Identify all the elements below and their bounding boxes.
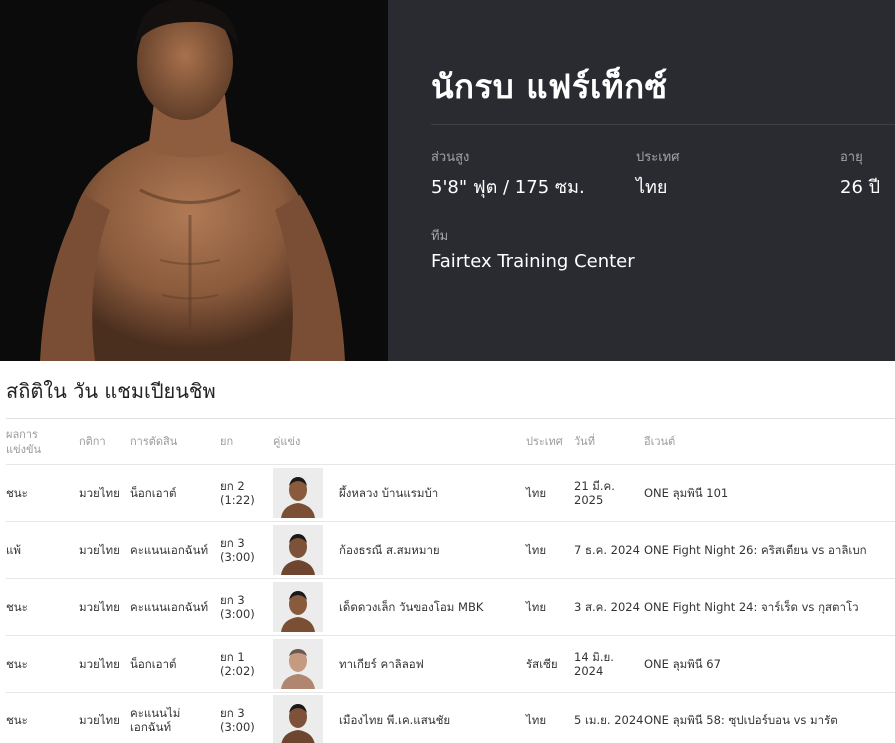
col-result: ผลการแข่งขัน <box>6 418 79 465</box>
rules-cell: มวยไทย <box>79 578 130 636</box>
date-cell: 5 เม.ย. 2024 <box>574 692 644 743</box>
date-cell: 3 ส.ค. 2024 <box>574 578 644 636</box>
opponent-name[interactable]: ก้องธรณี ส.สมหมาย <box>339 521 526 579</box>
opponent-avatar[interactable] <box>273 582 323 632</box>
opponent-name[interactable]: ผึ้งหลวง บ้านแรมบ้า <box>339 464 526 522</box>
round-cell: ยก 2 (1:22) <box>220 464 273 522</box>
round-cell: ยก 3 (3:00) <box>220 521 273 579</box>
country-cell: รัสเซีย <box>526 635 574 693</box>
date-cell: 7 ธ.ค. 2024 <box>574 521 644 579</box>
opponent-photo-cell <box>273 521 339 579</box>
round-number: ยก 1 <box>220 650 245 664</box>
col-opponent: คู่แข่ง <box>273 418 526 465</box>
round-time: (2:02) <box>220 664 255 678</box>
result-cell: แพ้ <box>6 521 79 579</box>
result-cell: ชนะ <box>6 635 79 693</box>
method-cell: น็อกเอาต์ <box>130 635 220 693</box>
rules-cell: มวยไทย <box>79 692 130 743</box>
table-row[interactable]: ชนะ มวยไทย คะแนนเอกฉันท์ ยก 3 (3:00) เด็ด… <box>6 578 895 636</box>
table-row[interactable]: ชนะ มวยไทย น็อกเอาต์ ยก 1 (2:02) ทาเกียร์… <box>6 635 895 693</box>
round-time: (3:00) <box>220 720 255 735</box>
col-method: การตัดสิน <box>130 418 220 465</box>
col-round: ยก <box>220 418 273 465</box>
rules-cell: มวยไทย <box>79 635 130 693</box>
table-row[interactable]: ชนะ มวยไทย คะแนนไม่เอกฉันท์ ยก 3 (3:00) เ… <box>6 692 895 743</box>
opponent-name[interactable]: เมืองไทย พี.เค.แสนชัย <box>339 692 526 743</box>
info-divider <box>431 124 895 125</box>
team-label: ทีม <box>431 229 449 244</box>
result-cell: ชนะ <box>6 464 79 522</box>
event-link[interactable]: ONE Fight Night 26: คริสเตียน vs อาลิเบก <box>644 521 895 579</box>
opponent-avatar[interactable] <box>273 639 323 689</box>
round-number: ยก 3 <box>220 536 245 550</box>
opponent-photo-cell <box>273 464 339 522</box>
round-time: (3:00) <box>220 607 255 621</box>
col-rules: กติกา <box>79 418 130 465</box>
fighter-portrait-image <box>0 0 388 361</box>
round-time: (3:00) <box>220 550 255 564</box>
opponent-avatar[interactable] <box>273 468 323 518</box>
round-cell: ยก 1 (2:02) <box>220 635 273 693</box>
result-cell: ชนะ <box>6 692 79 743</box>
event-link[interactable]: ONE ลุมพินี 101 <box>644 464 895 522</box>
fighter-info-panel: นักรบ แฟร์เท็กซ์ ส่วนสูง 5'8" ฟุต / 175 … <box>388 0 895 361</box>
round-number: ยก 3 <box>220 593 245 607</box>
col-country: ประเทศ <box>526 418 574 465</box>
method-cell: คะแนนเอกฉันท์ <box>130 578 220 636</box>
opponent-name[interactable]: เด็ดดวงเล็ก วันของโอม MBK <box>339 578 526 636</box>
fight-record-table: ผลการแข่งขัน กติกา การตัดสิน ยก คู่แข่ง … <box>6 418 895 743</box>
round-number: ยก 2 <box>220 479 245 493</box>
col-date: วันที่ <box>574 418 644 465</box>
opponent-avatar[interactable] <box>273 525 323 575</box>
result-cell: ชนะ <box>6 578 79 636</box>
country-value: ไทย <box>636 177 668 198</box>
age-value: 26 ปี <box>840 177 881 198</box>
country-label: ประเทศ <box>636 150 680 165</box>
event-link[interactable]: ONE Fight Night 24: จาร์เร็ด vs กุสตาโว <box>644 578 895 636</box>
height-label: ส่วนสูง <box>431 150 470 165</box>
rules-cell: มวยไทย <box>79 521 130 579</box>
opponent-photo-cell <box>273 578 339 636</box>
opponent-avatar[interactable] <box>273 695 323 743</box>
method-cell: น็อกเอาต์ <box>130 464 220 522</box>
country-cell: ไทย <box>526 521 574 579</box>
col-event: อีเวนต์ <box>644 418 895 465</box>
height-value: 5'8" ฟุต / 175 ซม. <box>431 177 585 198</box>
age-label: อายุ <box>840 150 863 165</box>
rules-cell: มวยไทย <box>79 464 130 522</box>
table-row[interactable]: ชนะ มวยไทย น็อกเอาต์ ยก 2 (1:22) ผึ้งหลวง… <box>6 464 895 522</box>
method-cell: คะแนนเอกฉันท์ <box>130 521 220 579</box>
date-cell: 21 มี.ค. 2025 <box>574 464 644 522</box>
method-cell: คะแนนไม่เอกฉันท์ <box>130 692 220 743</box>
round-number: ยก 3 <box>220 706 245 721</box>
country-cell: ไทย <box>526 692 574 743</box>
stats-section-title: สถิติใน วัน แชมเปียนชิพ <box>6 379 216 403</box>
date-cell: 14 มิ.ย. 2024 <box>574 635 644 693</box>
country-cell: ไทย <box>526 464 574 522</box>
event-link[interactable]: ONE ลุมพินี 58: ซุปเปอร์บอน vs มารัต <box>644 692 895 743</box>
opponent-photo-cell <box>273 692 339 743</box>
team-value: Fairtex Training Center <box>431 251 635 272</box>
fighter-hero: นักรบ แฟร์เท็กซ์ ส่วนสูง 5'8" ฟุต / 175 … <box>0 0 895 361</box>
event-link[interactable]: ONE ลุมพินี 67 <box>644 635 895 693</box>
opponent-photo-cell <box>273 635 339 693</box>
opponent-name[interactable]: ทาเกียร์ คาลิลอฟ <box>339 635 526 693</box>
fighter-photo <box>0 0 388 361</box>
round-time: (1:22) <box>220 493 255 507</box>
table-header-row: ผลการแข่งขัน กติกา การตัดสิน ยก คู่แข่ง … <box>6 418 895 465</box>
table-row[interactable]: แพ้ มวยไทย คะแนนเอกฉันท์ ยก 3 (3:00) ก้อง… <box>6 521 895 579</box>
round-cell: ยก 3 (3:00) <box>220 692 273 743</box>
round-cell: ยก 3 (3:00) <box>220 578 273 636</box>
fighter-name: นักรบ แฟร์เท็กซ์ <box>431 67 668 106</box>
country-cell: ไทย <box>526 578 574 636</box>
